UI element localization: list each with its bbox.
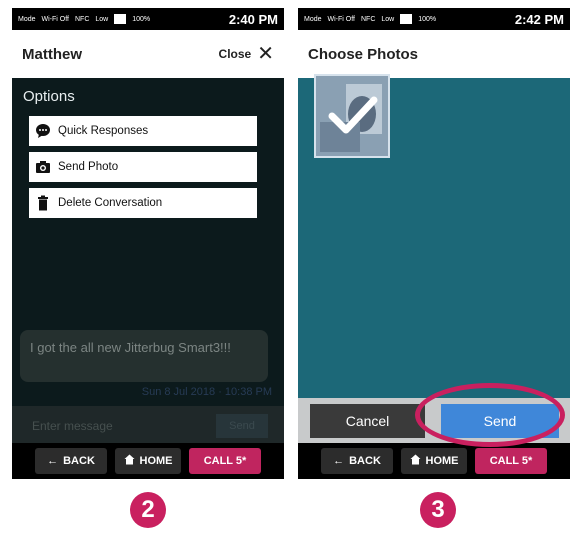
back-button[interactable]: ← BACK xyxy=(321,448,393,474)
option-label: Delete Conversation xyxy=(58,197,163,209)
volume-label: Low xyxy=(381,15,395,23)
battery-percent: 100% xyxy=(418,15,437,23)
delete-conversation-option[interactable]: Delete Conversation xyxy=(29,188,257,218)
option-label: Send Photo xyxy=(58,161,119,173)
nfc-label: NFC xyxy=(361,15,376,23)
close-icon: ✕ xyxy=(257,43,274,65)
home-icon xyxy=(124,454,135,468)
wifi-label: Wi-Fi Off xyxy=(327,15,355,23)
mode-label: Mode xyxy=(304,15,322,23)
step-badge-2: 2 xyxy=(130,492,166,528)
message-bubble: I got the all new Jitterbug Smart3!!! xyxy=(20,330,268,382)
send-photo-option[interactable]: Send Photo xyxy=(29,152,257,182)
home-icon xyxy=(410,454,421,468)
status-bar: Mode Wi-Fi Off NFC Low 100% 2:42 PM xyxy=(298,8,570,30)
speech-bubble-icon xyxy=(35,123,51,139)
page-title: Matthew xyxy=(22,45,82,63)
message-timestamp: Sun 8 Jul 2018 · 10:38 PM xyxy=(141,386,272,398)
close-label: Close xyxy=(218,47,252,61)
navigation-bar: ← BACK HOME CALL 5* xyxy=(298,443,570,479)
close-button[interactable]: Close ✕ xyxy=(219,44,274,64)
step-badge-3: 3 xyxy=(420,492,456,528)
battery-icon xyxy=(114,14,127,24)
status-bar: Mode Wi-Fi Off NFC Low 100% 2:40 PM xyxy=(12,8,284,30)
nfc-label: NFC xyxy=(75,15,90,23)
home-button[interactable]: HOME xyxy=(401,448,467,474)
navigation-bar: ← BACK HOME CALL 5* xyxy=(12,443,284,479)
title-bar: Matthew Close ✕ xyxy=(12,30,284,78)
trash-icon xyxy=(35,195,51,211)
composer-send-button[interactable]: Send xyxy=(216,414,268,438)
photo-thumbnail-selected[interactable] xyxy=(314,74,390,158)
camera-icon xyxy=(35,159,51,175)
page-title: Choose Photos xyxy=(308,45,419,63)
call-button[interactable]: CALL 5* xyxy=(475,448,547,474)
phone-screen-options: Mode Wi-Fi Off NFC Low 100% 2:40 PM Matt… xyxy=(12,8,284,479)
mode-label: Mode xyxy=(18,15,36,23)
photo-image xyxy=(316,76,388,156)
title-bar: Choose Photos xyxy=(298,30,570,78)
back-button[interactable]: ← BACK xyxy=(35,448,107,474)
wifi-label: Wi-Fi Off xyxy=(41,15,69,23)
battery-percent: 100% xyxy=(132,15,151,23)
options-heading: Options xyxy=(23,88,75,105)
cancel-button[interactable]: Cancel xyxy=(310,404,425,438)
call-button[interactable]: CALL 5* xyxy=(189,448,261,474)
option-label: Quick Responses xyxy=(58,125,149,137)
volume-label: Low xyxy=(95,15,109,23)
back-arrow-icon: ← xyxy=(47,455,59,467)
send-highlight-ring xyxy=(415,383,565,447)
back-arrow-icon: ← xyxy=(333,455,345,467)
home-label: HOME xyxy=(139,455,173,467)
home-button[interactable]: HOME xyxy=(115,448,181,474)
quick-responses-option[interactable]: Quick Responses xyxy=(29,116,257,146)
home-label: HOME xyxy=(425,455,459,467)
status-time: 2:42 PM xyxy=(514,11,564,27)
back-label: BACK xyxy=(63,455,95,467)
status-time: 2:40 PM xyxy=(228,11,278,27)
back-label: BACK xyxy=(349,455,381,467)
battery-icon xyxy=(400,14,413,24)
message-composer: Enter message Send xyxy=(12,406,284,446)
message-input[interactable]: Enter message xyxy=(32,414,202,438)
